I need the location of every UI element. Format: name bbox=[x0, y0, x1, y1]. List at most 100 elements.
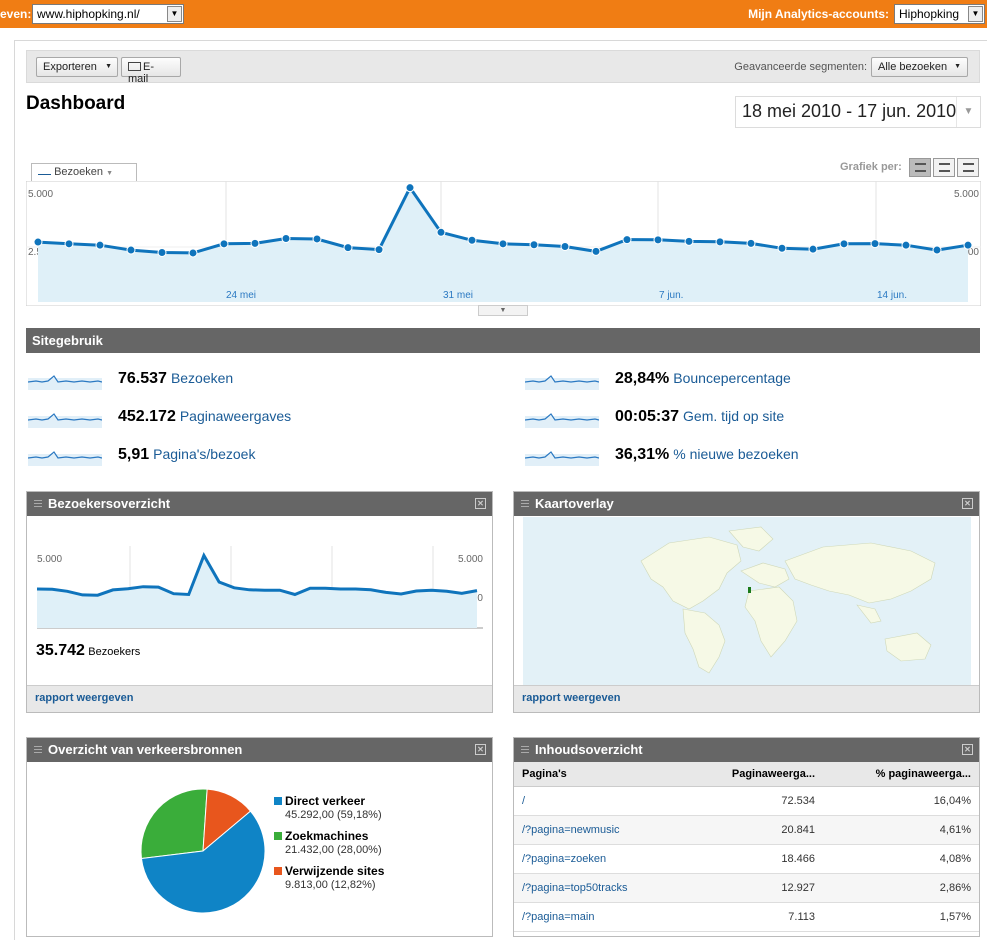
legend-swatch bbox=[274, 867, 282, 875]
page-views-pct: 16,04% bbox=[823, 786, 979, 816]
page-link[interactable]: /?pagina=newmusic bbox=[514, 815, 685, 845]
pie-slice[interactable] bbox=[140, 788, 208, 860]
legend-value: 9.813,00 (12,82%) bbox=[285, 879, 376, 891]
visitors-widget-footer: rapport weergeven bbox=[27, 685, 492, 712]
data-point[interactable] bbox=[188, 248, 198, 258]
legend-item: Direct verkeer 45.292,00 (59,18%) bbox=[274, 794, 474, 824]
highlighted-country[interactable] bbox=[748, 587, 751, 593]
map-widget-header[interactable]: Kaartoverlay ✕ bbox=[514, 492, 979, 516]
data-point[interactable] bbox=[343, 243, 353, 253]
table-row: /?pagina=zoeken 18.466 4,08% bbox=[514, 844, 979, 874]
drag-handle-icon[interactable] bbox=[521, 746, 529, 755]
data-point[interactable] bbox=[870, 239, 880, 249]
data-point[interactable] bbox=[467, 235, 477, 245]
column-header-views[interactable]: Paginaweerga... bbox=[684, 762, 824, 787]
map-report-link[interactable]: rapport weergeven bbox=[522, 692, 620, 704]
graph-week-button[interactable] bbox=[933, 158, 955, 177]
data-point[interactable] bbox=[684, 236, 694, 246]
data-point[interactable] bbox=[808, 244, 818, 254]
metric-label-link[interactable]: Bezoeken bbox=[171, 370, 233, 386]
page-link[interactable]: /?pagina=zoeken bbox=[514, 844, 685, 874]
data-point[interactable] bbox=[374, 245, 384, 255]
data-point[interactable] bbox=[95, 240, 105, 250]
data-point[interactable] bbox=[591, 246, 601, 256]
metric-label-link[interactable]: Gem. tijd op site bbox=[683, 408, 784, 424]
data-point[interactable] bbox=[529, 240, 539, 250]
page-link[interactable]: / bbox=[514, 786, 685, 816]
data-point[interactable] bbox=[157, 247, 167, 257]
data-point[interactable] bbox=[219, 239, 229, 249]
metric-label-link[interactable]: Bouncepercentage bbox=[673, 370, 791, 386]
legend-name[interactable]: Verwijzende sites bbox=[285, 864, 384, 878]
content-widget-header[interactable]: Inhoudsoverzicht ✕ bbox=[514, 738, 979, 762]
page-views-pct: 2,86% bbox=[823, 873, 979, 903]
column-header-page[interactable]: Pagina's bbox=[514, 762, 685, 787]
email-button[interactable]: E-mail bbox=[121, 57, 181, 85]
data-point[interactable] bbox=[405, 183, 415, 193]
data-point[interactable] bbox=[436, 227, 446, 237]
data-point[interactable] bbox=[560, 242, 570, 251]
column-header-pct[interactable]: % paginaweerga... bbox=[823, 762, 979, 787]
envelope-icon bbox=[128, 62, 141, 71]
drag-handle-icon[interactable] bbox=[34, 746, 42, 755]
metric-label-link[interactable]: % nieuwe bezoeken bbox=[673, 446, 798, 462]
graph-month-button[interactable] bbox=[957, 158, 979, 177]
page-views: 18.466 bbox=[684, 844, 824, 874]
sparkline bbox=[525, 375, 599, 390]
data-point[interactable] bbox=[64, 239, 74, 249]
account-select[interactable]: Hiphopking ▼ bbox=[894, 4, 985, 24]
visitors-line-chart: 5.000 2.500 5.000 2.500 bbox=[36, 546, 483, 629]
close-icon[interactable]: ✕ bbox=[475, 744, 486, 755]
export-button[interactable]: Exporteren ▼ bbox=[36, 57, 118, 77]
data-point[interactable] bbox=[33, 237, 43, 247]
drag-handle-icon[interactable] bbox=[521, 500, 529, 509]
visitors-total-label: Bezoekers bbox=[88, 646, 141, 658]
world-map[interactable] bbox=[523, 517, 971, 685]
line-chart-icon bbox=[38, 167, 51, 175]
profile-label: even: bbox=[0, 7, 32, 21]
data-point[interactable] bbox=[281, 234, 291, 244]
close-icon[interactable]: ✕ bbox=[962, 744, 973, 755]
page-link[interactable]: /?pagina=top50tracks bbox=[514, 873, 685, 903]
metric-tab[interactable]: Bezoeken ▼ bbox=[31, 163, 137, 182]
metric-0: 76.537 Bezoeken bbox=[28, 370, 468, 392]
visitors-widget-header[interactable]: Bezoekersoverzicht ✕ bbox=[27, 492, 492, 516]
data-point[interactable] bbox=[839, 239, 849, 249]
metric-tab-label: Bezoeken bbox=[54, 166, 103, 178]
legend-name[interactable]: Direct verkeer bbox=[285, 794, 365, 808]
close-icon[interactable]: ✕ bbox=[475, 498, 486, 509]
legend-swatch bbox=[274, 832, 282, 840]
visitors-widget: Bezoekersoverzicht ✕ 5.000 2.500 5.000 2… bbox=[26, 491, 493, 713]
data-point[interactable] bbox=[653, 235, 663, 245]
site-select[interactable]: www.hiphopking.nl/ ▼ bbox=[32, 4, 184, 24]
metric-label-link[interactable]: Pagina's/bezoek bbox=[153, 446, 255, 462]
graph-day-button[interactable] bbox=[909, 158, 931, 177]
data-point[interactable] bbox=[932, 245, 942, 255]
data-point[interactable] bbox=[963, 240, 973, 250]
data-point[interactable] bbox=[901, 240, 911, 250]
drag-handle-icon[interactable] bbox=[34, 500, 42, 509]
date-range-value: 18 mei 2010 - 17 jun. 2010 bbox=[742, 101, 957, 121]
legend-name[interactable]: Zoekmachines bbox=[285, 829, 368, 843]
chevron-down-icon: ▼ bbox=[105, 63, 112, 70]
visitors-report-link[interactable]: rapport weergeven bbox=[35, 692, 133, 704]
page-link[interactable]: /?pagina=main bbox=[514, 902, 685, 932]
metric-5: 36,31%% nieuwe bezoeken bbox=[525, 446, 965, 468]
segments-select[interactable]: Alle bezoeken ▼ bbox=[871, 57, 968, 77]
data-point[interactable] bbox=[777, 243, 787, 253]
data-point[interactable] bbox=[312, 234, 322, 244]
metric-value: 00:05:37 bbox=[615, 408, 680, 425]
metric-label-link[interactable]: Paginaweergaves bbox=[180, 408, 291, 424]
chart-collapse-handle[interactable]: ▼ bbox=[478, 305, 528, 316]
close-icon[interactable]: ✕ bbox=[962, 498, 973, 509]
data-point[interactable] bbox=[746, 238, 756, 248]
data-point[interactable] bbox=[126, 245, 136, 255]
legend-value: 21.432,00 (28,00%) bbox=[285, 844, 382, 856]
traffic-widget-header[interactable]: Overzicht van verkeersbronnen ✕ bbox=[27, 738, 492, 762]
page-views: 20.841 bbox=[684, 815, 824, 845]
data-point[interactable] bbox=[715, 237, 725, 247]
date-range-picker[interactable]: 18 mei 2010 - 17 jun. 2010 ▼ bbox=[735, 96, 981, 128]
data-point[interactable] bbox=[622, 235, 632, 245]
data-point[interactable] bbox=[250, 238, 260, 248]
data-point[interactable] bbox=[498, 239, 508, 249]
